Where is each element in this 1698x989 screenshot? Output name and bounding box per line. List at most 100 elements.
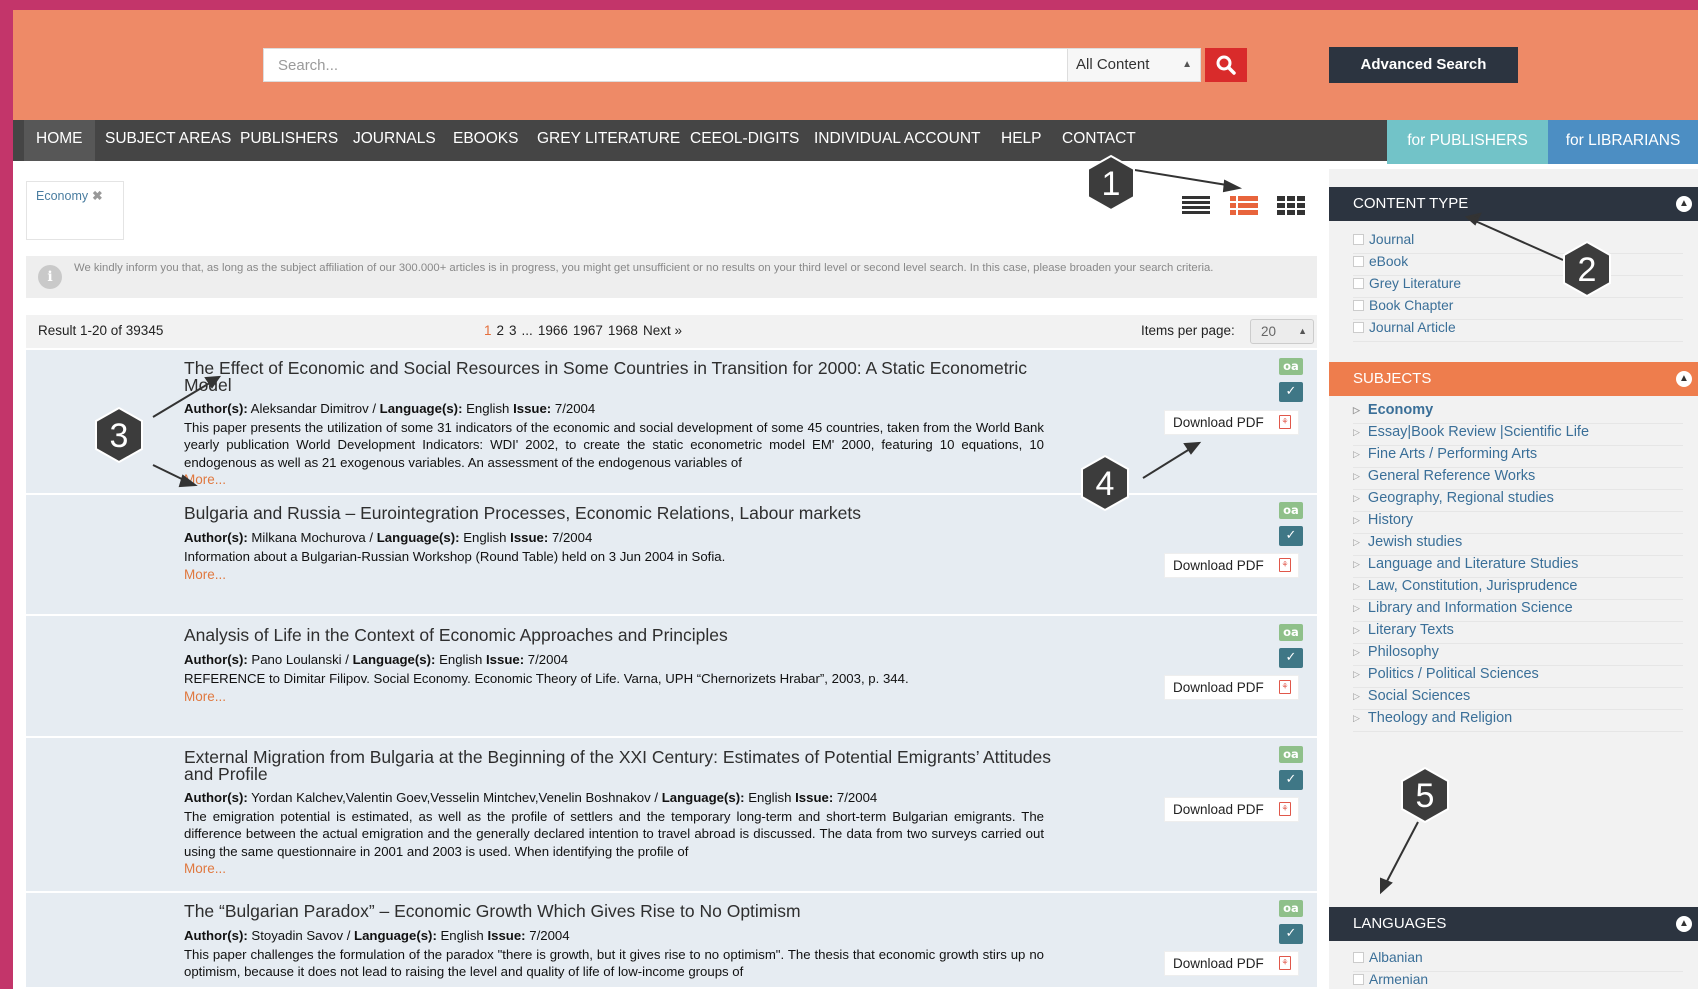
search-input[interactable]: [263, 48, 1073, 82]
callout-badge-3: 3: [90, 406, 148, 464]
subject-item[interactable]: ▷ Library and Information Science: [1353, 600, 1683, 622]
full-text-icon: ✓: [1279, 382, 1303, 402]
full-text-icon: ✓: [1279, 924, 1303, 944]
download-pdf-button[interactable]: Download PDF ⚘: [1164, 675, 1299, 700]
detailed-list-view-icon[interactable]: [1230, 195, 1258, 216]
collapse-icon[interactable]: ▲: [1676, 196, 1692, 212]
content-type-ebook[interactable]: eBook: [1353, 254, 1683, 276]
subject-item[interactable]: ▷ Politics / Political Sciences: [1353, 666, 1683, 688]
subject-item[interactable]: ▷ Economy: [1353, 402, 1683, 424]
download-pdf-button[interactable]: Download PDF ⚘: [1164, 553, 1299, 578]
subject-item[interactable]: ▷ Jewish studies: [1353, 534, 1683, 556]
languages-header[interactable]: LANGUAGES ▲: [1329, 907, 1698, 941]
result-title[interactable]: The Effect of Economic and Social Resour…: [184, 359, 1064, 394]
subject-item[interactable]: ▷ Language and Literature Studies: [1353, 556, 1683, 578]
open-access-icon: oa: [1279, 624, 1303, 641]
search-button[interactable]: [1205, 48, 1247, 82]
content-type-select[interactable]: All Content ▲: [1067, 48, 1201, 82]
checkbox[interactable]: [1353, 256, 1364, 267]
checkbox[interactable]: [1353, 234, 1364, 245]
collapse-icon[interactable]: ▲: [1676, 916, 1692, 932]
subject-item[interactable]: ▷ Law, Constitution, Jurisprudence: [1353, 578, 1683, 600]
page-link[interactable]: 3: [509, 323, 517, 338]
filter-sidebar: CONTENT TYPE ▲ Journal eBook Grey Literat…: [1329, 169, 1698, 989]
checkbox[interactable]: [1353, 974, 1364, 985]
page-link[interactable]: 1968: [608, 323, 638, 338]
download-pdf-button[interactable]: Download PDF ⚘: [1164, 797, 1299, 822]
subject-item[interactable]: ▷ History: [1353, 512, 1683, 534]
header-bar: All Content ▲ Advanced Search: [13, 10, 1698, 120]
notice-text: We kindly inform you that, as long as th…: [74, 262, 1214, 274]
nav-help[interactable]: HELP: [1001, 120, 1042, 161]
content-type-grey-literature[interactable]: Grey Literature: [1353, 276, 1683, 298]
nav-grey-literature[interactable]: GREY LITERATURE: [537, 120, 680, 161]
page-link[interactable]: 1967: [573, 323, 603, 338]
checkbox[interactable]: [1353, 322, 1364, 333]
more-link[interactable]: More...: [184, 689, 226, 704]
subject-item[interactable]: ▷ Theology and Religion: [1353, 710, 1683, 732]
download-pdf-button[interactable]: Download PDF ⚘: [1164, 951, 1299, 976]
nav-subject-areas[interactable]: SUBJECT AREAS: [105, 120, 231, 161]
content-type-header[interactable]: CONTENT TYPE ▲: [1329, 187, 1698, 221]
notice-box: i We kindly inform you that, as long as …: [26, 256, 1317, 298]
for-librarians-tab[interactable]: for LIBRARIANS: [1548, 120, 1698, 164]
more-link[interactable]: More...: [184, 861, 226, 876]
page: All Content ▲ Advanced Search HOME SUBJE…: [13, 10, 1698, 989]
checkbox[interactable]: [1353, 952, 1364, 963]
page-link-current[interactable]: 1: [484, 323, 492, 338]
result-authors[interactable]: Aleksandar Dimitrov: [251, 401, 369, 416]
result-title[interactable]: Analysis of Life in the Context of Econo…: [184, 626, 1064, 644]
result-title[interactable]: External Migration from Bulgaria at the …: [184, 748, 1064, 783]
collapse-icon[interactable]: ▲: [1676, 371, 1692, 387]
nav-journals[interactable]: JOURNALS: [353, 120, 436, 161]
checkbox[interactable]: [1353, 278, 1364, 289]
grid-view-icon[interactable]: [1277, 195, 1305, 216]
pdf-icon: ⚘: [1279, 802, 1291, 816]
language-item[interactable]: Albanian: [1353, 950, 1683, 972]
open-access-icon: oa: [1279, 900, 1303, 917]
items-per-page-value: 20: [1261, 324, 1277, 339]
subject-item[interactable]: ▷ Essay|Book Review |Scientific Life: [1353, 424, 1683, 446]
language-item[interactable]: Armenian: [1353, 972, 1683, 989]
subject-item[interactable]: ▷ Social Sciences: [1353, 688, 1683, 710]
result-item: External Migration from Bulgaria at the …: [26, 738, 1317, 893]
more-link[interactable]: More...: [184, 472, 226, 487]
next-page-link[interactable]: Next »: [643, 323, 682, 338]
content-type-journal[interactable]: Journal: [1353, 232, 1683, 254]
result-item: Analysis of Life in the Context of Econo…: [26, 616, 1317, 738]
nav-ceeol-digits[interactable]: CEEOL-DIGITS: [690, 120, 799, 161]
nav-publishers[interactable]: PUBLISHERS: [240, 120, 338, 161]
advanced-search-button[interactable]: Advanced Search: [1329, 47, 1518, 83]
result-title[interactable]: Bulgaria and Russia – Eurointegration Pr…: [184, 504, 1064, 522]
download-pdf-button[interactable]: Download PDF ⚘: [1164, 410, 1299, 435]
subject-item[interactable]: ▷ General Reference Works: [1353, 468, 1683, 490]
subject-item[interactable]: ▷ Geography, Regional studies: [1353, 490, 1683, 512]
subject-item[interactable]: ▷ Philosophy: [1353, 644, 1683, 666]
page-link[interactable]: 1966: [538, 323, 568, 338]
nav-individual-account[interactable]: INDIVIDUAL ACCOUNT: [814, 120, 981, 161]
result-authors[interactable]: Stoyadin Savov: [251, 928, 343, 943]
result-description: This paper challenges the formulation of…: [184, 947, 1044, 980]
more-link[interactable]: More...: [184, 567, 226, 582]
full-text-icon: ✓: [1279, 526, 1303, 546]
list-view-icon[interactable]: [1182, 195, 1210, 216]
result-authors[interactable]: Yordan Kalchev,Valentin Goev,Vesselin Mi…: [251, 790, 651, 805]
result-title[interactable]: The “Bulgarian Paradox” – Economic Growt…: [184, 902, 1064, 920]
subjects-header[interactable]: SUBJECTS ▲: [1329, 362, 1698, 396]
checkbox[interactable]: [1353, 300, 1364, 311]
subject-item[interactable]: ▷ Literary Texts: [1353, 622, 1683, 644]
for-publishers-tab[interactable]: for PUBLISHERS: [1387, 120, 1548, 164]
nav-home[interactable]: HOME: [24, 120, 95, 161]
page-link[interactable]: 2: [497, 323, 505, 338]
content-type-select-value: All Content: [1076, 56, 1150, 73]
nav-ebooks[interactable]: EBOOKS: [453, 120, 518, 161]
items-per-page-select[interactable]: 20 ▲: [1250, 319, 1314, 344]
remove-filter-icon[interactable]: ✖: [92, 189, 102, 203]
result-authors[interactable]: Milkana Mochurova: [251, 530, 365, 545]
content-type-book-chapter[interactable]: Book Chapter: [1353, 298, 1683, 320]
subject-item[interactable]: ▷ Fine Arts / Performing Arts: [1353, 446, 1683, 468]
content-type-journal-article[interactable]: Journal Article: [1353, 320, 1683, 342]
open-access-icon: oa: [1279, 358, 1303, 375]
result-authors[interactable]: Pano Loulanski: [251, 652, 341, 667]
result-description: This paper presents the utilization of s…: [184, 420, 1044, 470]
